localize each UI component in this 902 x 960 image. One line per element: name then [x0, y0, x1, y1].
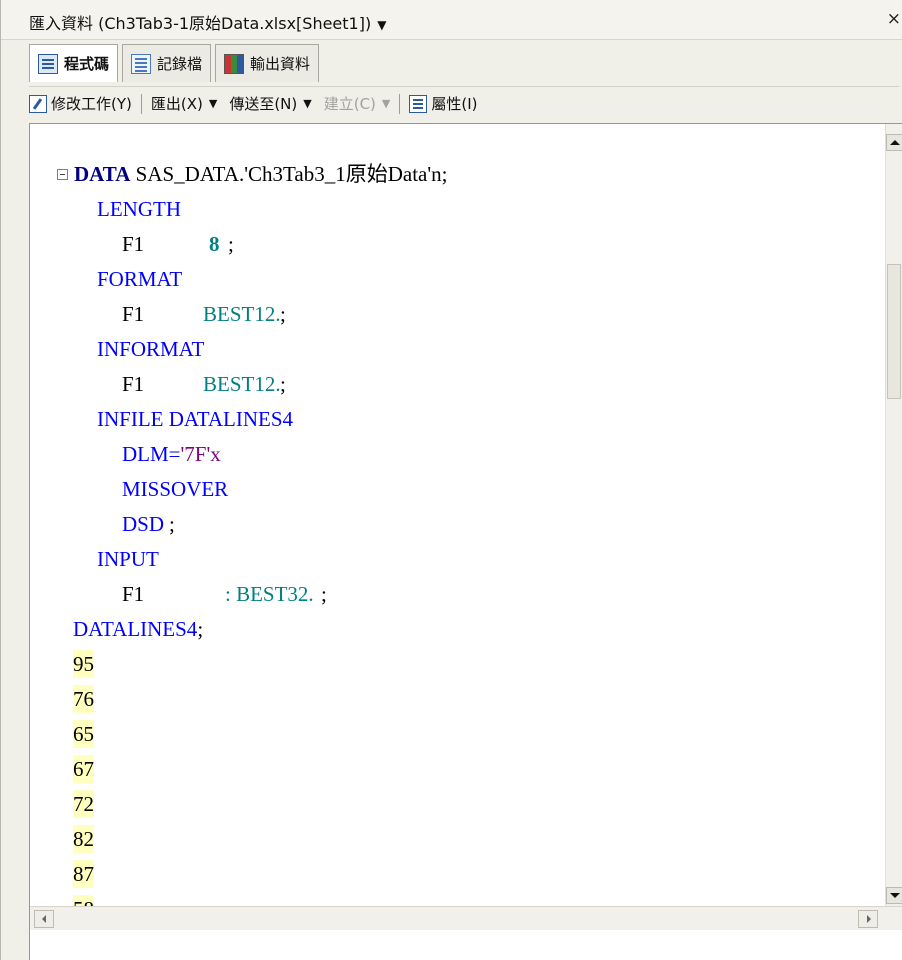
log-icon — [131, 53, 152, 74]
semicolon: ; — [280, 372, 286, 396]
tab-output-data-label: 輸出資料 — [250, 55, 311, 73]
send-to-button[interactable]: 傳送至(N) ▼ — [229, 93, 311, 114]
caret-down-icon: ▼ — [208, 97, 218, 110]
code-line-dlm: DLM='7F'x — [122, 440, 221, 468]
variable-name: F1 — [122, 232, 145, 256]
informat-value: BEST12. — [203, 372, 281, 396]
create-button[interactable]: 建立(C) ▼ — [324, 93, 391, 114]
export-label: 匯出(X) — [150, 95, 203, 113]
semicolon: ; — [228, 232, 234, 256]
code-line-informat: INFORMAT — [97, 337, 205, 361]
toolbar-separator — [399, 93, 401, 114]
vertical-scroll-thumb[interactable] — [887, 264, 901, 399]
code-line-informat-var: F1 BEST12.; — [122, 370, 286, 398]
datalines-keyword: DATALINES4 — [73, 617, 198, 641]
data-value-line: 58 — [73, 895, 94, 906]
tab-log[interactable]: 記錄檔 — [122, 44, 212, 82]
semicolon: ; — [280, 302, 286, 326]
data-target: SAS_DATA.'Ch3Tab3_1原始Data'n; — [130, 162, 448, 186]
data-value-line: 65 — [73, 720, 94, 748]
properties-icon — [409, 94, 428, 113]
toolbar-separator — [140, 93, 142, 114]
editor-bottom-area — [30, 930, 902, 960]
code-line-format-var: F1 BEST12.; — [122, 300, 286, 328]
dlm-value: '7F'x — [180, 442, 221, 466]
properties-button[interactable]: 屬性(I) — [409, 93, 478, 114]
tab-code[interactable]: 程式碼 — [29, 44, 119, 82]
caret-down-icon[interactable]: ▼ — [377, 18, 386, 32]
semicolon: ; — [197, 617, 204, 641]
tab-log-label: 記錄檔 — [157, 55, 203, 73]
scroll-up-icon[interactable] — [886, 134, 902, 151]
code-line-data: DATA SAS_DATA.'Ch3Tab3_1原始Data'n; — [74, 160, 447, 188]
code-line-datalines: DATALINES4; — [73, 615, 203, 643]
data-value-line: 76 — [73, 685, 94, 713]
tab-output-data[interactable]: 輸出資料 — [215, 44, 320, 82]
scroll-right-icon[interactable] — [858, 910, 878, 928]
caret-down-icon: ▼ — [381, 97, 391, 110]
data-value-line: 87 — [73, 860, 94, 888]
data-value-line: 72 — [73, 790, 94, 818]
input-format: : BEST32. — [225, 582, 314, 606]
code-icon — [38, 53, 58, 74]
variable-name: F1 — [122, 582, 145, 606]
code-line-format: FORMAT — [97, 267, 183, 291]
import-data-window: 匯入資料 (Ch3Tab3-1原始Data.xlsx[Sheet1]) ▼ × 程… — [0, 0, 902, 960]
variable-name: F1 — [122, 372, 145, 396]
code-line-length: LENGTH — [97, 197, 181, 221]
code-line-missover: MISSOVER — [122, 477, 229, 501]
code-editor[interactable]: DATA SAS_DATA.'Ch3Tab3_1原始Data'n; LENGTH… — [29, 123, 902, 960]
scroll-left-icon[interactable] — [34, 910, 54, 928]
title-bar: 匯入資料 (Ch3Tab3-1原始Data.xlsx[Sheet1]) ▼ × — [1, 0, 902, 40]
export-button[interactable]: 匯出(X) ▼ — [151, 93, 217, 114]
window-title[interactable]: 匯入資料 (Ch3Tab3-1原始Data.xlsx[Sheet1]) ▼ — [29, 10, 386, 34]
vertical-scrollbar[interactable] — [885, 124, 902, 906]
create-label: 建立(C) — [323, 95, 376, 113]
tab-bar: 程式碼 記錄檔 輸出資料 — [29, 44, 323, 82]
send-to-label: 傳送至(N) — [229, 95, 298, 113]
code-line-input: INPUT — [97, 547, 159, 571]
data-value-line: 82 — [73, 825, 94, 853]
variable-name: F1 — [122, 302, 145, 326]
edit-icon — [29, 94, 47, 113]
modify-task-button[interactable]: 修改工作(Y) — [29, 93, 132, 114]
scroll-down-icon[interactable] — [886, 887, 902, 904]
dlm-keyword: DLM= — [122, 442, 181, 466]
code-line-infile: INFILE DATALINES4 — [97, 407, 294, 431]
tab-code-label: 程式碼 — [64, 55, 110, 73]
code-line-input-var: F1 : BEST32.; — [122, 580, 327, 608]
dsd-keyword: DSD — [122, 512, 165, 536]
code-line-dsd: DSD; — [122, 510, 175, 538]
toolbar: 修改工作(Y) 匯出(X) ▼ 傳送至(N) ▼ 建立(C) ▼ 屬性(I) — [29, 86, 899, 120]
modify-task-label: 修改工作(Y) — [51, 95, 132, 113]
code-area[interactable]: DATA SAS_DATA.'Ch3Tab3_1原始Data'n; LENGTH… — [30, 124, 886, 906]
output-data-icon — [224, 53, 245, 74]
properties-label: 屬性(I) — [431, 95, 478, 113]
horizontal-scrollbar[interactable] — [30, 906, 902, 930]
format-value: BEST12. — [203, 302, 281, 326]
semicolon: ; — [321, 582, 327, 606]
close-icon[interactable]: × — [887, 9, 901, 29]
data-value-line: 67 — [73, 755, 94, 783]
semicolon: ; — [169, 512, 175, 536]
code-line-length-var: F1 8; — [122, 230, 234, 258]
data-keyword: DATA — [74, 162, 131, 186]
data-value-line: 95 — [73, 650, 94, 678]
collapse-icon[interactable] — [57, 169, 68, 180]
length-value: 8 — [209, 232, 220, 256]
caret-down-icon: ▼ — [303, 97, 312, 110]
